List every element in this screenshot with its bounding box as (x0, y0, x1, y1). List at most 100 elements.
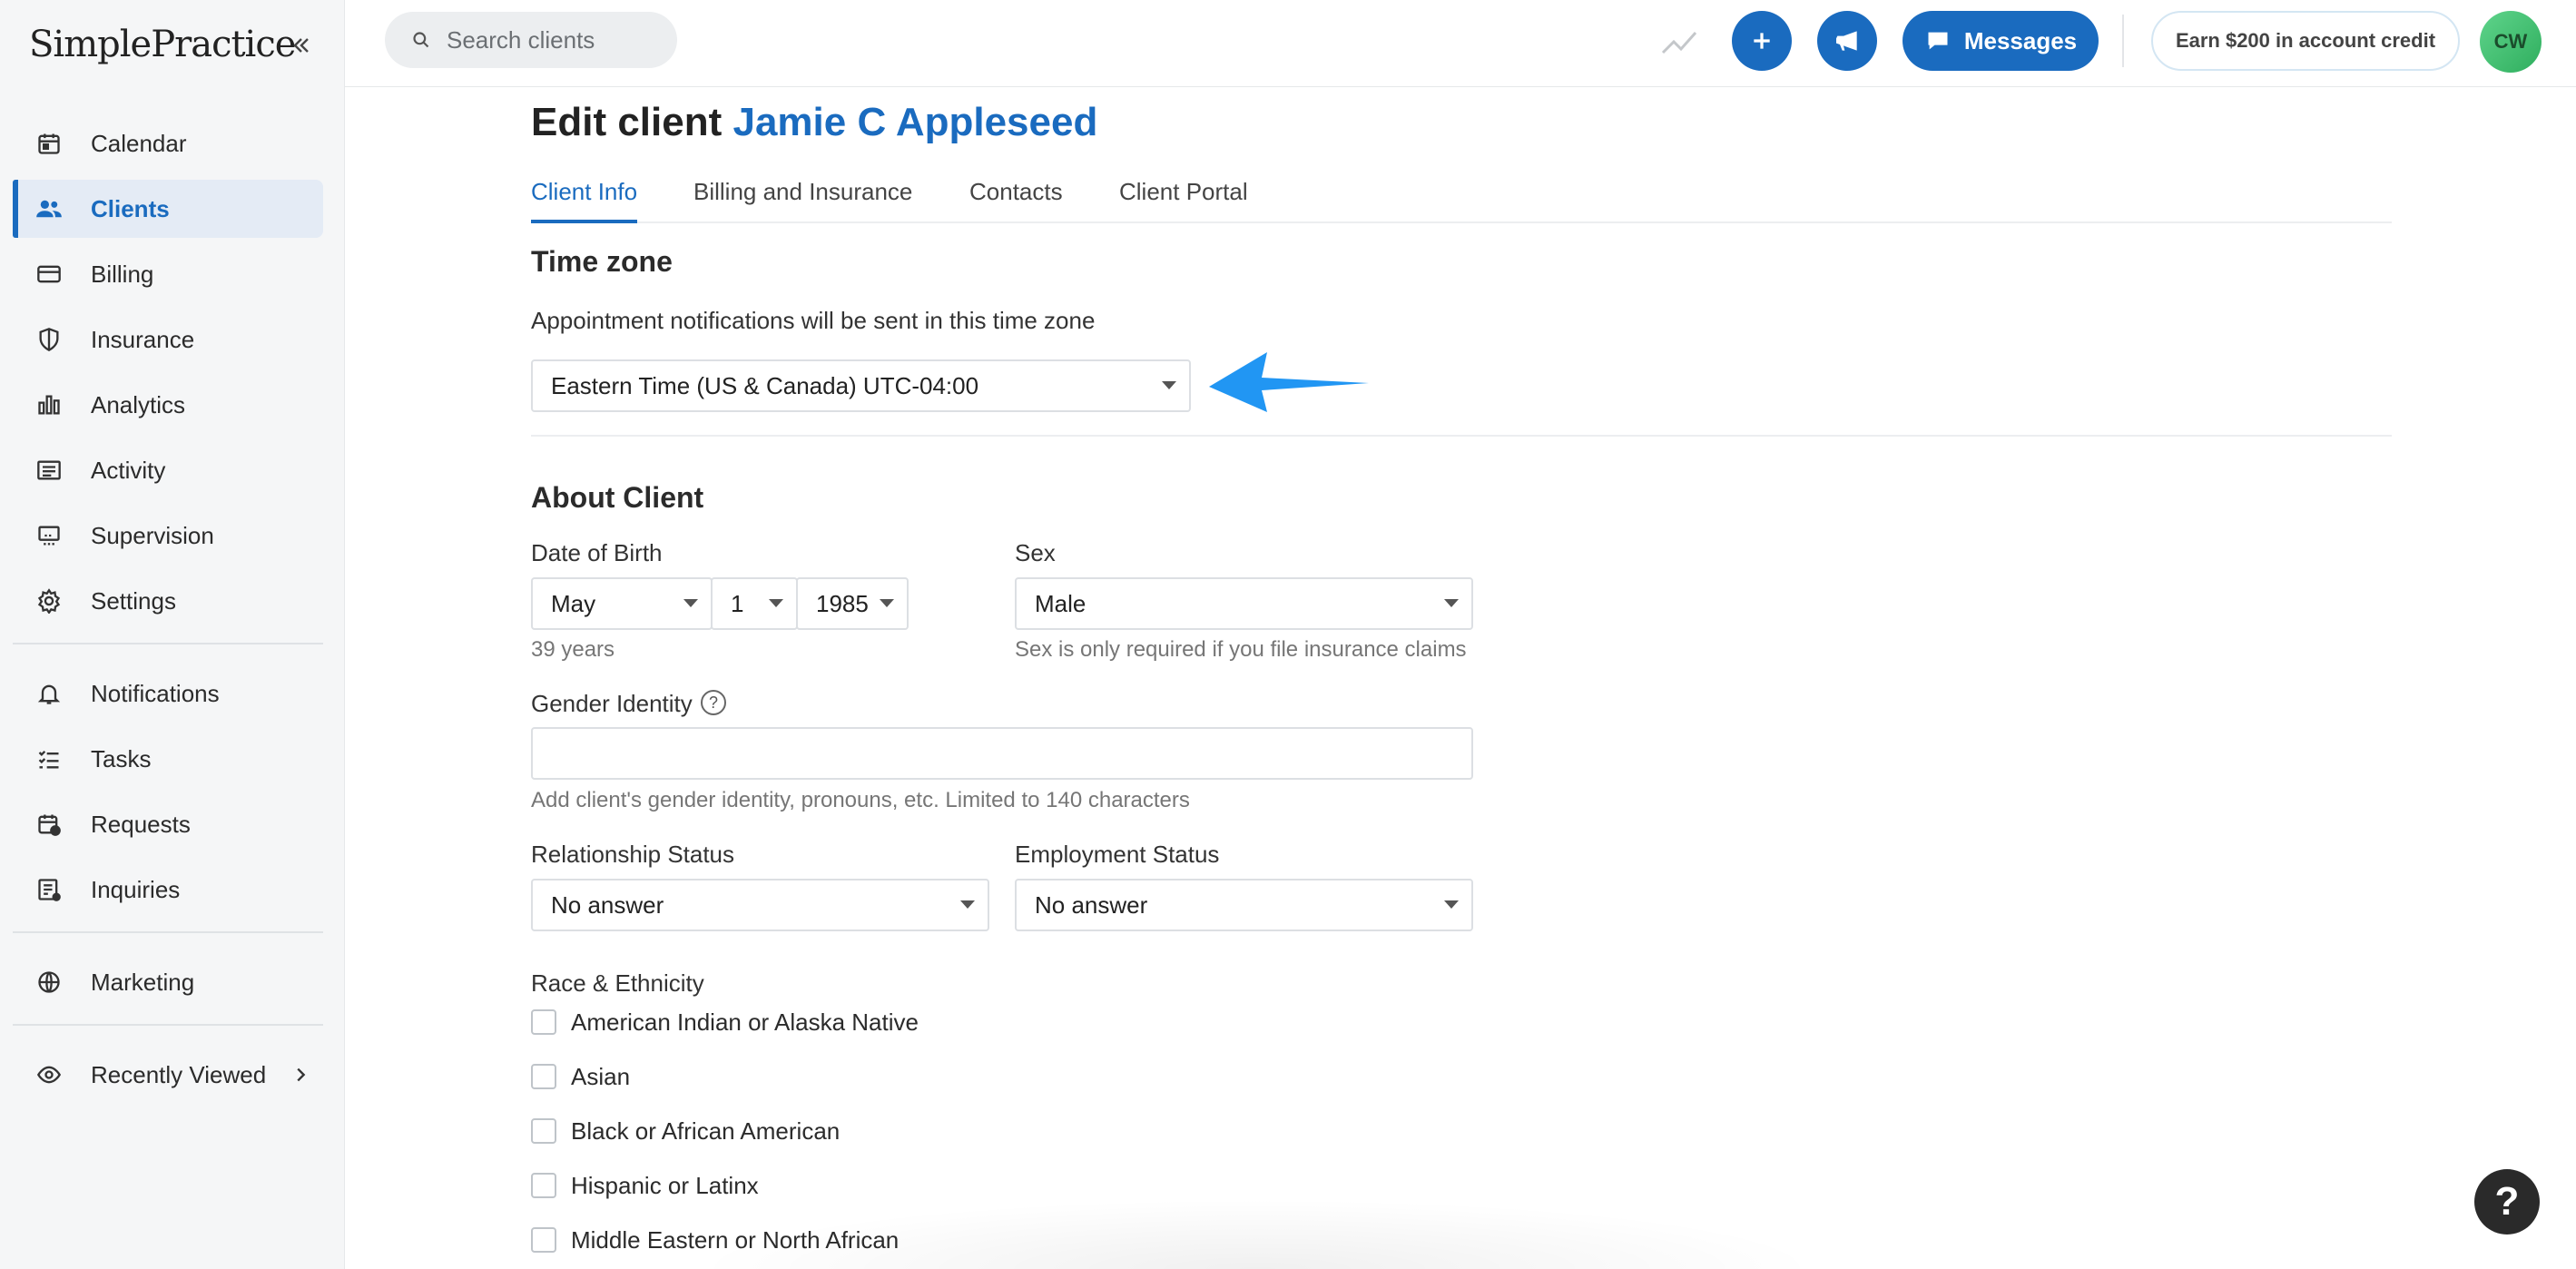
client-name[interactable]: Jamie C Appleseed (732, 100, 1097, 144)
sidebar-item-label: Recently Viewed (91, 1060, 267, 1088)
sidebar-item-label: Activity (91, 456, 166, 484)
tab-contacts[interactable]: Contacts (969, 178, 1063, 223)
gender-identity-input[interactable] (531, 727, 1473, 780)
sidebar-item-settings[interactable]: Settings (13, 572, 323, 630)
timezone-value: Eastern Time (US & Canada) UTC-04:00 (551, 371, 979, 399)
sidebar-item-recently-viewed[interactable]: Recently Viewed (13, 1046, 323, 1104)
chevron-right-icon (290, 1064, 310, 1090)
tab-billing-and-insurance[interactable]: Billing and Insurance (693, 178, 912, 223)
page-title-prefix: Edit client (531, 100, 723, 144)
inquiry-icon (34, 875, 64, 904)
tab-client-info[interactable]: Client Info (531, 178, 638, 223)
checkbox[interactable] (531, 1064, 556, 1089)
gender-identity-help-text: Add client's gender identity, pronouns, … (531, 788, 1190, 812)
dob-year-select[interactable]: 1985 (796, 577, 909, 630)
double-chevron-left-icon (293, 38, 309, 53)
sidebar-item-calendar[interactable]: Calendar (13, 114, 323, 172)
search-placeholder: Search clients (447, 25, 595, 54)
timezone-select[interactable]: Eastern Time (US & Canada) UTC-04:00 (531, 359, 1191, 412)
tab-bar: Client Info Billing and Insurance Contac… (531, 178, 2392, 223)
calendar-icon (34, 129, 64, 158)
gender-identity-label: Gender Identity (531, 690, 693, 717)
sidebar-item-insurance[interactable]: Insurance (13, 310, 323, 369)
collapse-sidebar-button[interactable] (285, 29, 318, 62)
users-icon (34, 194, 64, 223)
checkbox[interactable] (531, 1227, 556, 1253)
relationship-status-select[interactable]: No answer (531, 879, 989, 931)
list-icon (34, 456, 64, 485)
add-button[interactable] (1732, 11, 1792, 71)
help-circle-icon[interactable]: ? (701, 690, 726, 715)
chevron-down-icon (960, 900, 975, 909)
messages-button[interactable]: Messages (1903, 11, 2099, 71)
race-ethnicity-label: Race & Ethnicity (531, 969, 704, 997)
relationship-status-label: Relationship Status (531, 841, 735, 868)
announcements-button[interactable] (1817, 11, 1877, 71)
sidebar-item-label: Clients (91, 194, 170, 222)
sidebar-item-label: Tasks (91, 744, 152, 772)
chevron-down-icon (769, 599, 783, 607)
checkbox-label: American Indian or Alaska Native (571, 1008, 919, 1036)
trend-icon[interactable] (1659, 24, 1699, 60)
about-client-heading: About Client (531, 481, 704, 514)
gear-icon (34, 586, 64, 615)
sidebar-item-label: Marketing (91, 968, 195, 996)
checkbox[interactable] (531, 1173, 556, 1198)
sidebar-item-marketing[interactable]: Marketing (13, 953, 323, 1011)
race-option-black[interactable]: Black or African American (531, 1113, 840, 1149)
credit-card-icon (34, 260, 64, 289)
help-button[interactable]: ? (2474, 1169, 2540, 1235)
dob-day-select[interactable]: 1 (711, 577, 798, 630)
search-input[interactable]: Search clients (385, 12, 677, 68)
race-option-asian[interactable]: Asian (531, 1058, 630, 1095)
topbar-separator (2122, 15, 2124, 67)
bell-icon (34, 679, 64, 708)
employment-status-label: Employment Status (1015, 841, 1220, 868)
sidebar-divider (13, 931, 323, 933)
section-divider (531, 435, 2392, 437)
checkbox-label: Black or African American (571, 1117, 841, 1145)
checkbox-label: Hispanic or Latinx (571, 1171, 759, 1199)
page-title: Edit client Jamie C Appleseed (531, 100, 1097, 145)
app-logo[interactable]: SimplePractice (29, 24, 296, 65)
earn-credit-button[interactable]: Earn $200 in account credit (2151, 11, 2460, 71)
sidebar-item-label: Calendar (91, 129, 187, 157)
sex-select[interactable]: Male (1015, 577, 1473, 630)
sidebar-item-label: Insurance (91, 325, 195, 353)
top-bar: Search clients Messages Earn $200 in acc… (345, 0, 2576, 87)
sidebar-item-inquiries[interactable]: Inquiries (13, 861, 323, 919)
dob-label: Date of Birth (531, 539, 663, 566)
employment-status-value: No answer (1035, 890, 1148, 919)
megaphone-icon (1836, 31, 1857, 51)
avatar[interactable]: CW (2480, 11, 2542, 73)
sidebar-item-label: Billing (91, 260, 154, 288)
timezone-description: Appointment notifications will be sent i… (531, 307, 1096, 334)
chevron-down-icon (880, 599, 894, 607)
checkbox[interactable] (531, 1118, 556, 1144)
sidebar-item-tasks[interactable]: Tasks (13, 730, 323, 788)
chevron-down-icon (1444, 599, 1459, 607)
sidebar-item-label: Notifications (91, 679, 220, 707)
sidebar-item-analytics[interactable]: Analytics (13, 376, 323, 434)
employment-status-select[interactable]: No answer (1015, 879, 1473, 931)
annotation-arrow-icon (1209, 352, 1369, 412)
calendar-request-icon (34, 810, 64, 839)
sidebar-item-billing[interactable]: Billing (13, 245, 323, 303)
search-icon (413, 32, 429, 48)
dob-month-select[interactable]: May (531, 577, 713, 630)
tab-client-portal[interactable]: Client Portal (1119, 178, 1248, 223)
sidebar-item-label: Requests (91, 810, 191, 838)
race-option-american-indian[interactable]: American Indian or Alaska Native (531, 1004, 919, 1040)
dob-year-value: 1985 (816, 589, 869, 617)
sidebar-item-supervision[interactable]: Supervision (13, 507, 323, 565)
sidebar-item-clients[interactable]: Clients (13, 180, 323, 238)
shield-icon (34, 325, 64, 354)
sidebar-item-activity[interactable]: Activity (13, 441, 323, 499)
sidebar-item-requests[interactable]: Requests (13, 795, 323, 853)
sidebar-item-notifications[interactable]: Notifications (13, 664, 323, 723)
sex-value: Male (1035, 589, 1086, 617)
sex-label: Sex (1015, 539, 1056, 566)
checkbox[interactable] (531, 1009, 556, 1035)
sidebar: SimplePractice Calendar Clients Billing … (0, 0, 345, 1269)
eye-icon (34, 1060, 64, 1089)
